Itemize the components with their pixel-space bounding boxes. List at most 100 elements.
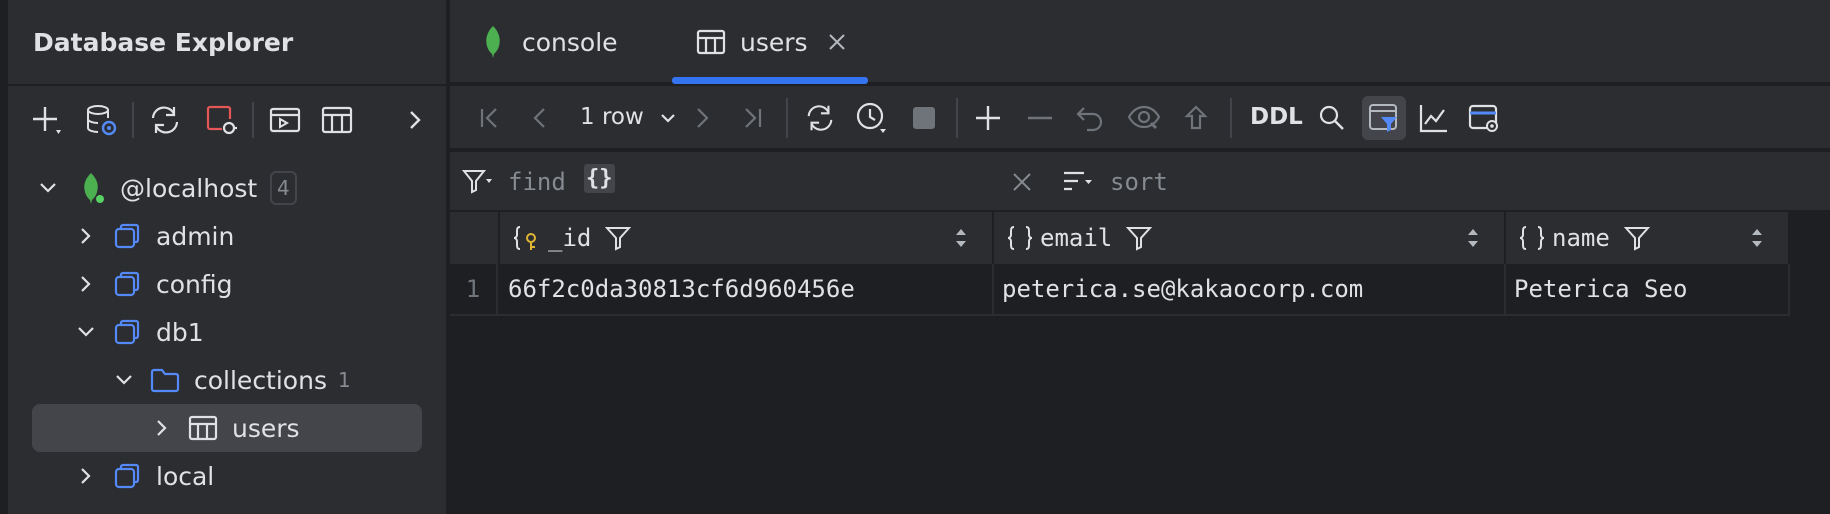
chevron-right-icon[interactable]: [76, 226, 96, 246]
query-console-icon[interactable]: [268, 103, 302, 137]
tab-console[interactable]: console: [478, 0, 618, 84]
add-icon[interactable]: [30, 103, 64, 137]
tree-label: local: [156, 461, 215, 491]
database-icon: [112, 317, 142, 347]
tree-node-users-collection[interactable]: users: [32, 404, 422, 452]
table-icon: [188, 413, 218, 443]
view-settings-icon[interactable]: [1466, 100, 1502, 136]
column-filter-icon[interactable]: [1623, 225, 1650, 251]
disconnect-icon[interactable]: [204, 103, 238, 137]
key-braces-icon: [512, 224, 542, 252]
database-icon: [112, 221, 142, 251]
find-query-input[interactable]: {}: [584, 164, 615, 193]
child-count-badge: 4: [270, 171, 297, 205]
add-row-icon[interactable]: [970, 100, 1006, 136]
filter-options-icon[interactable]: [460, 164, 496, 200]
sort-arrows-icon[interactable]: [1466, 227, 1480, 249]
tree-node-collections[interactable]: collections 1: [8, 356, 446, 404]
submit-arrow-up-icon[interactable]: [1178, 100, 1214, 136]
column-header-id[interactable]: _id: [500, 212, 994, 264]
tab-label: users: [740, 27, 808, 57]
braces-icon: [1006, 224, 1034, 252]
filter-toggle-icon[interactable]: [1362, 96, 1406, 140]
table-icon[interactable]: [320, 103, 354, 137]
ddl-button[interactable]: DDL: [1250, 104, 1303, 130]
toolbar-separator: [786, 98, 788, 138]
column-header-email[interactable]: email: [994, 212, 1506, 264]
sort-options-icon[interactable]: [1060, 164, 1096, 200]
database-icon: [112, 269, 142, 299]
tree-node-database[interactable]: db1: [8, 308, 446, 356]
mongodb-leaf-icon: [78, 173, 108, 204]
tree-label: admin: [156, 221, 235, 251]
active-tab-indicator: [672, 77, 868, 84]
sort-input[interactable]: sort: [1110, 168, 1168, 196]
row-count-dropdown[interactable]: 1 row: [580, 104, 677, 130]
close-icon[interactable]: [826, 31, 848, 53]
preview-changes-icon[interactable]: [1126, 100, 1162, 136]
refresh-icon[interactable]: [148, 103, 182, 137]
toolbar-separator: [132, 102, 134, 138]
braces-icon: [1518, 224, 1546, 252]
editor-area: console users 1 row DDL find {} sort _id…: [450, 0, 1830, 514]
column-filter-icon[interactable]: [605, 225, 632, 251]
column-filter-icon[interactable]: [1126, 225, 1153, 251]
tree-label: db1: [156, 317, 204, 347]
revert-icon[interactable]: [1072, 100, 1108, 136]
next-page-icon[interactable]: [684, 100, 720, 136]
chevron-right-icon[interactable]: [76, 274, 96, 294]
row-number-header: [450, 212, 500, 264]
database-icon: [112, 461, 142, 491]
clear-filter-icon[interactable]: [1004, 164, 1040, 200]
search-icon[interactable]: [1314, 100, 1350, 136]
previous-page-icon[interactable]: [522, 100, 558, 136]
chart-icon[interactable]: [1416, 100, 1452, 136]
tree-label: users: [232, 413, 300, 443]
last-page-icon[interactable]: [734, 100, 770, 136]
find-label: find: [508, 168, 566, 196]
sort-arrows-icon[interactable]: [1750, 227, 1764, 249]
tree-label: config: [156, 269, 233, 299]
mongodb-leaf-icon: [478, 26, 508, 58]
column-name: name: [1552, 224, 1610, 252]
expand-toolbar-icon[interactable]: [398, 103, 432, 137]
sort-arrows-icon[interactable]: [954, 227, 968, 249]
refresh-icon[interactable]: [802, 100, 838, 136]
data-grid-toolbar: 1 row DDL: [450, 86, 1830, 150]
tree-node-database[interactable]: local: [8, 452, 446, 500]
table-cell[interactable]: 66f2c0da30813cf6d960456e: [500, 264, 994, 314]
tab-users[interactable]: users: [696, 0, 848, 84]
column-header-name[interactable]: name: [1506, 212, 1790, 264]
chevron-right-icon[interactable]: [152, 418, 172, 438]
table-row[interactable]: 1 66f2c0da30813cf6d960456e peterica.se@k…: [450, 264, 1790, 316]
tree-label: collections: [194, 365, 327, 395]
grid-header: _id email name: [450, 212, 1790, 264]
history-clock-icon[interactable]: [854, 100, 890, 136]
tree-node-database[interactable]: config: [8, 260, 446, 308]
editor-tabs: console users: [450, 0, 1830, 84]
toolbar-separator: [252, 102, 254, 138]
row-count-label: 1 row: [580, 104, 644, 130]
chevron-down-icon: [659, 109, 677, 127]
delete-row-icon[interactable]: [1022, 100, 1058, 136]
row-number: 1: [450, 264, 498, 314]
explorer-toolbar: [8, 86, 446, 154]
filter-sort-bar: find {} sort: [450, 152, 1830, 212]
table-cell[interactable]: Peterica Seo: [1506, 264, 1790, 314]
column-name: _id: [548, 224, 592, 252]
first-page-icon[interactable]: [472, 100, 508, 136]
tab-label: console: [522, 27, 618, 57]
stop-icon[interactable]: [906, 100, 942, 136]
tree-node-localhost[interactable]: @localhost 4: [8, 164, 446, 212]
tree-node-database[interactable]: admin: [8, 212, 446, 260]
toolbar-separator: [956, 98, 958, 138]
chevron-down-icon[interactable]: [38, 178, 58, 198]
datasource-properties-icon[interactable]: [84, 103, 118, 137]
chevron-right-icon[interactable]: [76, 466, 96, 486]
column-name: email: [1040, 224, 1113, 252]
table-cell[interactable]: peterica.se@kakaocorp.com: [994, 264, 1506, 314]
chevron-down-icon[interactable]: [76, 322, 96, 342]
chevron-down-icon[interactable]: [114, 370, 134, 390]
panel-title: Database Explorer: [33, 28, 294, 57]
folder-icon: [150, 365, 180, 395]
